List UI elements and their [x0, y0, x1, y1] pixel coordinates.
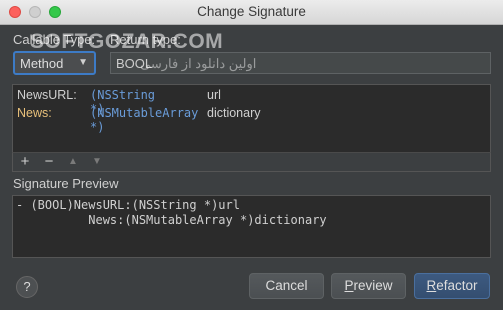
cancel-button[interactable]: Cancel: [249, 273, 324, 299]
remove-icon[interactable]: −: [40, 153, 58, 171]
param-type: (NSMutableArray *): [90, 106, 199, 134]
preview-button[interactable]: Preview: [331, 273, 406, 299]
signature-preview-line-1: - (BOOL)NewsURL:(NSString *)url: [16, 198, 240, 212]
param-name: dictionary: [207, 106, 261, 120]
move-down-icon[interactable]: ▼: [88, 153, 106, 171]
preview-label-rest: review: [353, 278, 393, 293]
watermark: SOFTGOZAR.COM: [30, 30, 224, 53]
signature-preview-area: - (BOOL)NewsURL:(NSString *)url News:(NS…: [12, 195, 491, 258]
watermark-subtext: اولین دانلود از فارسی: [140, 56, 257, 71]
callable-type-value: Method: [20, 56, 64, 71]
move-up-icon[interactable]: ▲: [64, 153, 82, 171]
title-bar: Change Signature: [0, 0, 503, 25]
param-name: url: [207, 88, 221, 102]
signature-preview-line-2: News:(NSMutableArray *)dictionary: [16, 213, 327, 227]
param-selector-name: News:: [17, 106, 52, 120]
refactor-mnemonic: R: [426, 278, 437, 293]
signature-preview-label: Signature Preview: [13, 176, 119, 191]
refactor-label-rest: efactor: [436, 278, 478, 293]
add-icon[interactable]: +: [16, 153, 34, 171]
callable-type-select[interactable]: Method ▼: [13, 51, 96, 75]
parameters-toolbar: + − ▲ ▼: [12, 152, 491, 172]
param-selector-name: NewsURL:: [17, 88, 77, 102]
parameters-table: NewsURL: (NSString *) url News: (NSMutab…: [12, 84, 491, 152]
chevron-down-icon: ▼: [78, 57, 88, 68]
preview-mnemonic: P: [344, 278, 354, 293]
help-button[interactable]: ?: [16, 276, 38, 298]
refactor-button[interactable]: Refactor: [414, 273, 490, 299]
window-title: Change Signature: [197, 4, 306, 19]
